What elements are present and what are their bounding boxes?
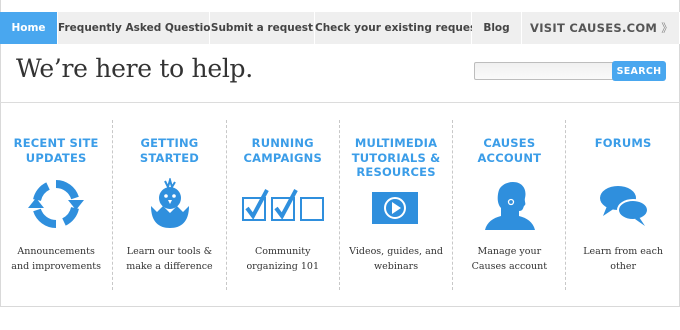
topic-description-line: and improvements bbox=[11, 261, 101, 272]
checkboxes-icon bbox=[241, 189, 324, 221]
header-divider bbox=[0, 102, 680, 103]
topic-getting-started[interactable]: GETTING STARTED Learn our tools & make a… bbox=[113, 120, 227, 290]
topic-description-line: Community bbox=[255, 246, 311, 257]
topic-description: Learn from each other bbox=[566, 244, 679, 274]
topic-causes-account[interactable]: CAUSES ACCOUNT Manage your Causes accoun… bbox=[453, 120, 567, 290]
topic-description: Announcements and improvements bbox=[0, 244, 112, 274]
tab-faq[interactable]: Frequently Asked Questions bbox=[58, 12, 224, 44]
visit-causes-link[interactable]: VISIT CAUSES.COM 》 bbox=[522, 12, 680, 44]
topic-description-line: Announcements bbox=[17, 246, 95, 257]
topic-description: Learn our tools & make a difference bbox=[113, 244, 225, 274]
topic-title: FORUMS bbox=[566, 136, 679, 151]
topic-description-line: organizing 101 bbox=[246, 261, 320, 272]
topic-title-line: UPDATES bbox=[25, 150, 87, 165]
topic-title-line: GETTING bbox=[140, 136, 199, 150]
tab-home[interactable]: Home bbox=[0, 12, 58, 44]
search-button[interactable]: SEARCH bbox=[612, 61, 666, 81]
video-play-icon bbox=[372, 192, 419, 224]
topic-description: Manage your Causes account bbox=[453, 244, 565, 274]
topic-title-line: ACCOUNT bbox=[477, 150, 542, 165]
topic-title-line: CAUSES bbox=[483, 136, 536, 150]
topic-description-line: webinars bbox=[374, 261, 419, 272]
topic-columns: RECENT SITE UPDATES Announcements and im… bbox=[0, 120, 680, 290]
topic-title-line: RUNNING bbox=[251, 136, 314, 150]
search-input[interactable] bbox=[474, 62, 616, 80]
tab-check-requests[interactable]: Check your existing requests bbox=[315, 12, 487, 44]
topic-recent-site-updates[interactable]: RECENT SITE UPDATES Announcements and im… bbox=[0, 120, 114, 290]
topic-title-line: FORUMS bbox=[594, 136, 652, 150]
visit-causes-label: VISIT CAUSES.COM bbox=[530, 21, 658, 35]
topic-description-line: Videos, guides, and bbox=[349, 246, 443, 257]
top-nav: Home Frequently Asked Questions Submit a… bbox=[0, 12, 680, 44]
topic-description-line: Manage your bbox=[477, 246, 542, 257]
double-chevron-right-icon: 》 bbox=[661, 21, 673, 35]
topic-title-line: TUTORIALS & bbox=[351, 150, 441, 165]
topic-description-line: Learn our tools & bbox=[126, 246, 213, 257]
topic-title: CAUSES ACCOUNT bbox=[453, 136, 565, 165]
topic-description: Community organizing 101 bbox=[227, 244, 339, 274]
tab-submit-request[interactable]: Submit a request bbox=[210, 12, 315, 44]
topic-description: Videos, guides, and webinars bbox=[340, 244, 452, 274]
chat-bubbles-icon bbox=[600, 186, 650, 226]
topic-description-line: other bbox=[610, 261, 637, 272]
user-profile-icon bbox=[485, 182, 536, 230]
topic-forums[interactable]: FORUMS Learn from each other bbox=[566, 120, 679, 290]
topic-description-line: Causes account bbox=[471, 261, 548, 272]
topic-title: RECENT SITE UPDATES bbox=[0, 136, 112, 165]
chick-icon bbox=[151, 178, 190, 228]
topic-title-line: MULTIMEDIA bbox=[354, 136, 438, 150]
topic-multimedia-tutorials[interactable]: MULTIMEDIA TUTORIALS & RESOURCES Videos,… bbox=[340, 120, 454, 290]
tab-blog[interactable]: Blog bbox=[472, 12, 522, 44]
topic-running-campaigns[interactable]: RUNNING CAMPAIGNS Community organizing 1… bbox=[227, 120, 340, 290]
refresh-icon bbox=[28, 180, 85, 228]
topic-description-line: make a difference bbox=[126, 261, 213, 272]
topic-title: GETTING STARTED bbox=[113, 136, 225, 165]
topic-title-line: CAMPAIGNS bbox=[243, 150, 322, 165]
topic-title-line: STARTED bbox=[139, 150, 199, 165]
topic-title-line: RECENT SITE bbox=[13, 136, 99, 150]
topic-description-line: Learn from each bbox=[583, 246, 664, 257]
topic-title: MULTIMEDIA TUTORIALS & RESOURCES bbox=[340, 136, 452, 180]
topic-title: RUNNING CAMPAIGNS bbox=[227, 136, 339, 165]
page-title: We’re here to help. bbox=[16, 54, 253, 83]
